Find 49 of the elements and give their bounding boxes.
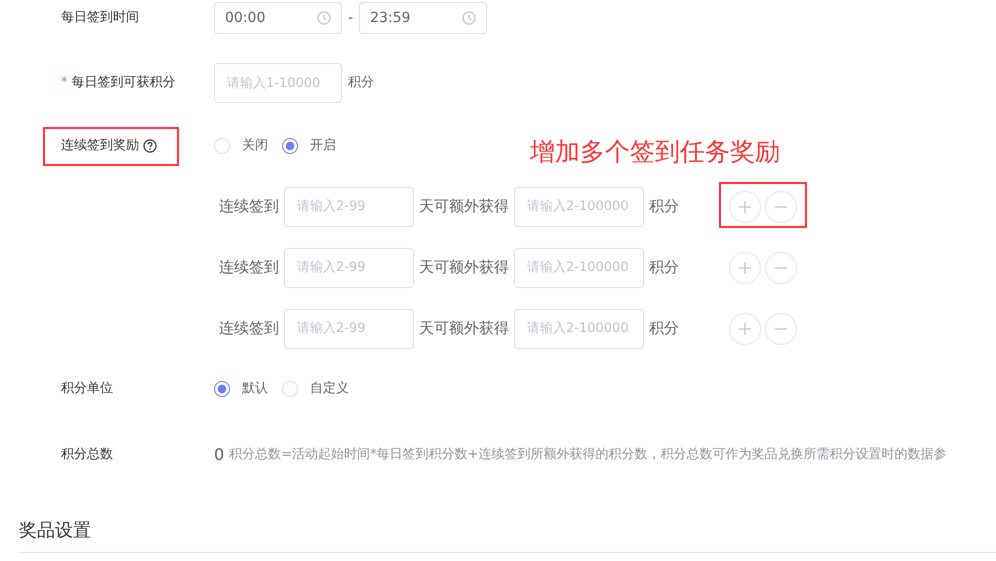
field-label: 天可额外获得 bbox=[419, 318, 509, 340]
plus-icon bbox=[738, 322, 752, 336]
radio-option[interactable]: 关闭 bbox=[214, 136, 268, 156]
plus-icon bbox=[738, 200, 752, 214]
field-label: 天可额外获得 bbox=[419, 196, 509, 218]
unit-label: 积分 bbox=[649, 318, 679, 340]
total-value: 0 bbox=[214, 444, 224, 466]
radio-option[interactable]: 自定义 bbox=[282, 379, 349, 399]
field-label: 连续签到奖励 bbox=[61, 137, 139, 156]
clock-icon bbox=[317, 11, 331, 25]
section-title: 奖品设置 bbox=[19, 519, 91, 543]
remove-button[interactable] bbox=[765, 190, 797, 222]
field-label: 连续签到 bbox=[219, 257, 279, 278]
unit-label: 积分 bbox=[649, 257, 679, 278]
add-button[interactable] bbox=[729, 252, 761, 284]
help-text: 积分总数=活动起始时间*每日签到积分数+连续签到所额外获得的积分数，积分总数可作为奖品兑换所需积分设置时的数据参 bbox=[229, 446, 946, 464]
days-input[interactable]: 请输入2-99 bbox=[284, 186, 414, 226]
time-field[interactable]: 00:00 bbox=[214, 2, 342, 34]
field-label: 天可额外获得 bbox=[419, 257, 509, 278]
field-label: 积分总数 bbox=[61, 446, 113, 464]
days-input[interactable]: 请输入2-99 bbox=[284, 248, 414, 288]
help-icon[interactable] bbox=[143, 139, 157, 153]
time-field[interactable]: 23:59 bbox=[359, 2, 488, 34]
field-label: 连续签到 bbox=[219, 318, 279, 340]
annotation-text: 增加多个签到任务奖励 bbox=[530, 136, 780, 168]
remove-button[interactable] bbox=[765, 312, 797, 344]
field-label: 连续签到 bbox=[219, 196, 279, 218]
field-label: 每日签到时间 bbox=[61, 9, 139, 28]
remove-button[interactable] bbox=[765, 252, 797, 284]
minus-icon bbox=[774, 206, 788, 208]
unit-label: 积分 bbox=[649, 196, 679, 218]
minus-icon bbox=[774, 328, 788, 330]
minus-icon bbox=[774, 266, 788, 268]
plus-icon bbox=[738, 260, 752, 274]
unit-label: 积分 bbox=[348, 74, 374, 92]
points-input[interactable]: 请输入2-100000 bbox=[514, 248, 644, 288]
required-mark: * bbox=[61, 74, 68, 92]
range-separator: - bbox=[348, 8, 354, 28]
points-input[interactable]: 请输入1-10000 bbox=[214, 63, 342, 103]
add-button[interactable] bbox=[729, 190, 761, 222]
points-input[interactable]: 请输入2-100000 bbox=[514, 186, 644, 226]
radio-option[interactable]: 开启 bbox=[282, 136, 336, 156]
radio-option[interactable]: 默认 bbox=[214, 379, 268, 399]
days-input[interactable]: 请输入2-99 bbox=[284, 308, 414, 348]
points-input[interactable]: 请输入2-100000 bbox=[514, 308, 644, 348]
field-label: 积分单位 bbox=[61, 380, 113, 398]
clock-icon bbox=[462, 11, 476, 25]
field-label: 每日签到可获积分 bbox=[72, 74, 176, 92]
add-button[interactable] bbox=[729, 312, 761, 344]
